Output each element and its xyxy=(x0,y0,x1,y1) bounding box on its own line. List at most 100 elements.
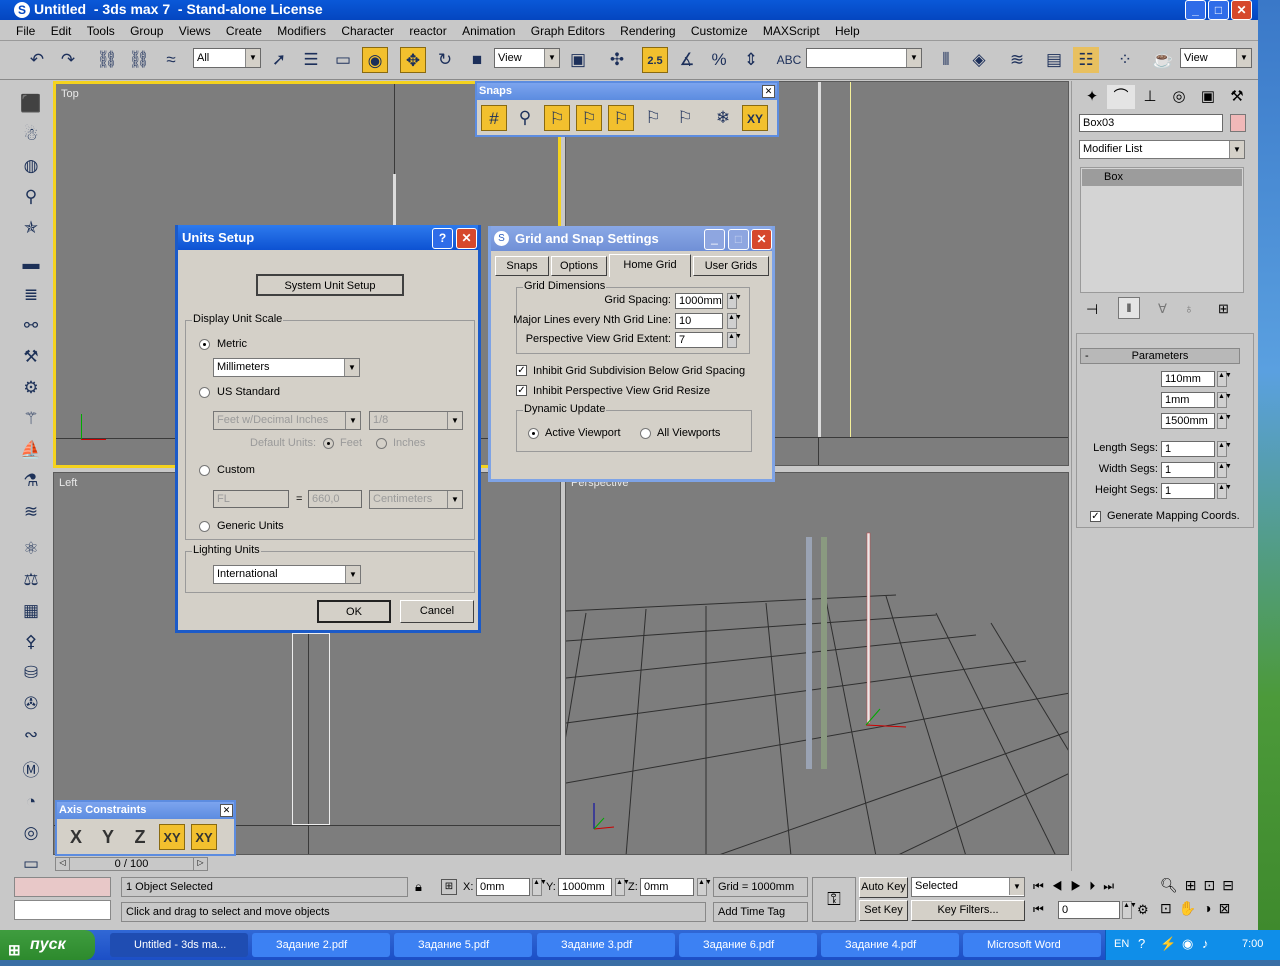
menu-modifiers[interactable]: Modifiers xyxy=(271,21,332,41)
absolute-mode-icon[interactable]: ⊞ xyxy=(441,879,457,895)
help-tray-icon[interactable]: ? xyxy=(1138,936,1145,951)
task-pdf-6[interactable]: Задание 6.pdf xyxy=(679,933,817,957)
menu-tools[interactable]: Tools xyxy=(81,21,121,41)
wind-icon[interactable]: ⚙ xyxy=(18,375,44,401)
task-pdf-2[interactable]: Задание 2.pdf xyxy=(252,933,390,957)
link-icon[interactable]: ⛓ xyxy=(94,47,120,73)
custom-name-field[interactable]: FL xyxy=(213,490,289,508)
layer-manager-icon[interactable]: ≋ xyxy=(1004,47,1030,73)
modifier-list-dropdown[interactable]: Modifier List xyxy=(1079,140,1245,159)
language-indicator[interactable]: EN xyxy=(1114,938,1129,950)
maxscript-input[interactable] xyxy=(14,900,111,920)
x-coord-field[interactable]: 0mm xyxy=(476,878,530,896)
selection-filter-dropdown[interactable]: All xyxy=(193,48,261,68)
major-lines-field[interactable]: 10 xyxy=(675,313,723,329)
point-point-icon[interactable]: ▦ xyxy=(18,598,44,624)
rope-icon[interactable]: ⚲ xyxy=(18,184,44,210)
start-button[interactable]: ⊞ пуск xyxy=(0,930,95,960)
cloth-icon[interactable]: ☃ xyxy=(18,122,44,148)
dashpot-icon[interactable]: ⚯ xyxy=(18,313,44,339)
undo-icon[interactable]: ↶ xyxy=(24,47,50,73)
height-field[interactable]: 1500mm xyxy=(1161,413,1215,429)
spring-icon[interactable]: ≣ xyxy=(18,282,44,308)
inhibit-persp-checkbox[interactable]: ✓ xyxy=(516,385,527,396)
active-viewport-radio[interactable] xyxy=(528,428,539,439)
make-unique-icon[interactable]: ∀ xyxy=(1158,301,1167,317)
menu-animation[interactable]: Animation xyxy=(456,21,521,41)
menu-reactor[interactable]: reactor xyxy=(403,21,452,41)
length-field[interactable]: 110mm xyxy=(1161,371,1215,387)
persp-extent-spinner[interactable]: ▲▼ xyxy=(727,332,742,348)
render-type-dropdown[interactable]: View xyxy=(1180,48,1252,68)
menu-group[interactable]: Group xyxy=(124,21,169,41)
inhibit-subdivision-checkbox[interactable]: ✓ xyxy=(516,365,527,376)
hinge-icon[interactable]: ⚖ xyxy=(18,567,44,593)
feet-radio[interactable] xyxy=(323,438,334,449)
water-icon[interactable]: ⚗ xyxy=(18,468,44,494)
rotate-icon[interactable]: ↻ xyxy=(432,47,458,73)
manipulate-icon[interactable]: ✣ xyxy=(604,47,630,73)
rigid-body-icon[interactable]: ⬛ xyxy=(18,91,44,117)
y-coord-field[interactable]: 1000mm xyxy=(558,878,612,896)
preview-icon[interactable]: ◔ xyxy=(18,789,44,815)
create-animation-icon[interactable]: ◎ xyxy=(18,820,44,846)
scale-icon[interactable]: ■ xyxy=(464,47,490,73)
spinner-snap-icon[interactable]: ⇕ xyxy=(738,47,764,73)
hierarchy-tab-icon[interactable]: ⊥ xyxy=(1136,85,1164,109)
playback-controls[interactable]: ⏮◀▶⏵⏭ xyxy=(1033,879,1122,894)
add-time-tag[interactable]: Add Time Tag xyxy=(713,902,808,922)
vertex-snap-icon[interactable]: ⚐ xyxy=(544,105,570,131)
task-pdf-3[interactable]: Задание 3.pdf xyxy=(537,933,675,957)
us-fraction-dropdown[interactable]: 1/8 xyxy=(369,411,463,430)
constrain-x-button[interactable]: X xyxy=(63,824,89,850)
key-filters-button[interactable]: Key Filters... xyxy=(911,900,1025,921)
stack-item-box[interactable]: Box xyxy=(1082,169,1242,186)
y-spinner[interactable]: ▲▼ xyxy=(615,878,630,896)
constrain-xy-flyout[interactable]: XY xyxy=(191,824,217,850)
ragdoll-icon[interactable]: ✇ xyxy=(18,691,44,717)
menu-views[interactable]: Views xyxy=(173,21,217,41)
system-unit-setup-button[interactable]: System Unit Setup xyxy=(256,274,404,296)
bind-spacewarp-icon[interactable]: ≈ xyxy=(158,47,184,73)
metric-unit-dropdown[interactable]: Millimeters xyxy=(213,358,360,377)
curve-editor-icon[interactable]: ▤ xyxy=(1041,47,1067,73)
object-name-field[interactable]: Box03 xyxy=(1079,114,1223,132)
length-segs-field[interactable]: 1 xyxy=(1161,441,1215,457)
menu-character[interactable]: Character xyxy=(335,21,400,41)
viewport-nav-row1[interactable]: 🔍︎⊞⊡⊟ xyxy=(1160,877,1255,894)
maximize-button[interactable]: □ xyxy=(1208,0,1229,20)
menu-customize[interactable]: Customize xyxy=(685,21,754,41)
constraint-solver-icon[interactable]: ⚛ xyxy=(18,536,44,562)
analyze-world-icon[interactable]: Ⓜ xyxy=(18,758,44,784)
create-tab-icon[interactable]: ✦ xyxy=(1078,85,1106,109)
custom-radio[interactable] xyxy=(199,465,210,476)
gen-mapping-checkbox[interactable]: ✓ xyxy=(1090,511,1101,522)
fracture-icon[interactable]: ⛵ xyxy=(18,437,44,463)
inches-radio[interactable] xyxy=(376,438,387,449)
edge-snap-icon[interactable]: ⚐ xyxy=(640,105,666,131)
parameters-header[interactable]: - Parameters xyxy=(1080,348,1240,364)
menu-edit[interactable]: Edit xyxy=(45,21,78,41)
width-spinner[interactable]: ▲▼ xyxy=(1217,392,1232,408)
us-unit-dropdown[interactable]: Feet w/Decimal Inches xyxy=(213,411,361,430)
frame-field[interactable]: 0 xyxy=(1058,901,1120,919)
pin-stack-icon[interactable]: ⊣ xyxy=(1086,301,1098,318)
task-pdf-5[interactable]: Задание 5.pdf xyxy=(394,933,532,957)
show-end-result-icon[interactable]: ‖ xyxy=(1118,297,1140,319)
minimize-button[interactable]: _ xyxy=(1185,0,1206,20)
region-select-icon[interactable]: ▭ xyxy=(330,47,356,73)
key-selection-dropdown[interactable]: Selected xyxy=(911,877,1025,897)
window-crossing-icon[interactable]: ◉ xyxy=(362,47,388,73)
deforming-mesh-icon[interactable]: ✯ xyxy=(18,215,44,241)
constrain-z-button[interactable]: Z xyxy=(127,824,153,850)
task-word[interactable]: Microsoft Word xyxy=(963,933,1101,957)
percent-snap-icon[interactable]: % xyxy=(706,47,732,73)
angle-snap-icon[interactable]: ∡ xyxy=(674,47,700,73)
network-tray-icon[interactable]: ⚡ xyxy=(1160,936,1176,952)
grid-maximize-button[interactable]: □ xyxy=(728,229,749,250)
modify-tab-icon[interactable]: ⌒ xyxy=(1107,85,1135,109)
frame-spinner[interactable]: ▲▼ xyxy=(1122,901,1137,919)
menu-graph-editors[interactable]: Graph Editors xyxy=(525,21,611,41)
schematic-view-icon[interactable]: ☷ xyxy=(1073,47,1099,73)
configure-sets-icon[interactable]: ⊞ xyxy=(1218,301,1229,317)
